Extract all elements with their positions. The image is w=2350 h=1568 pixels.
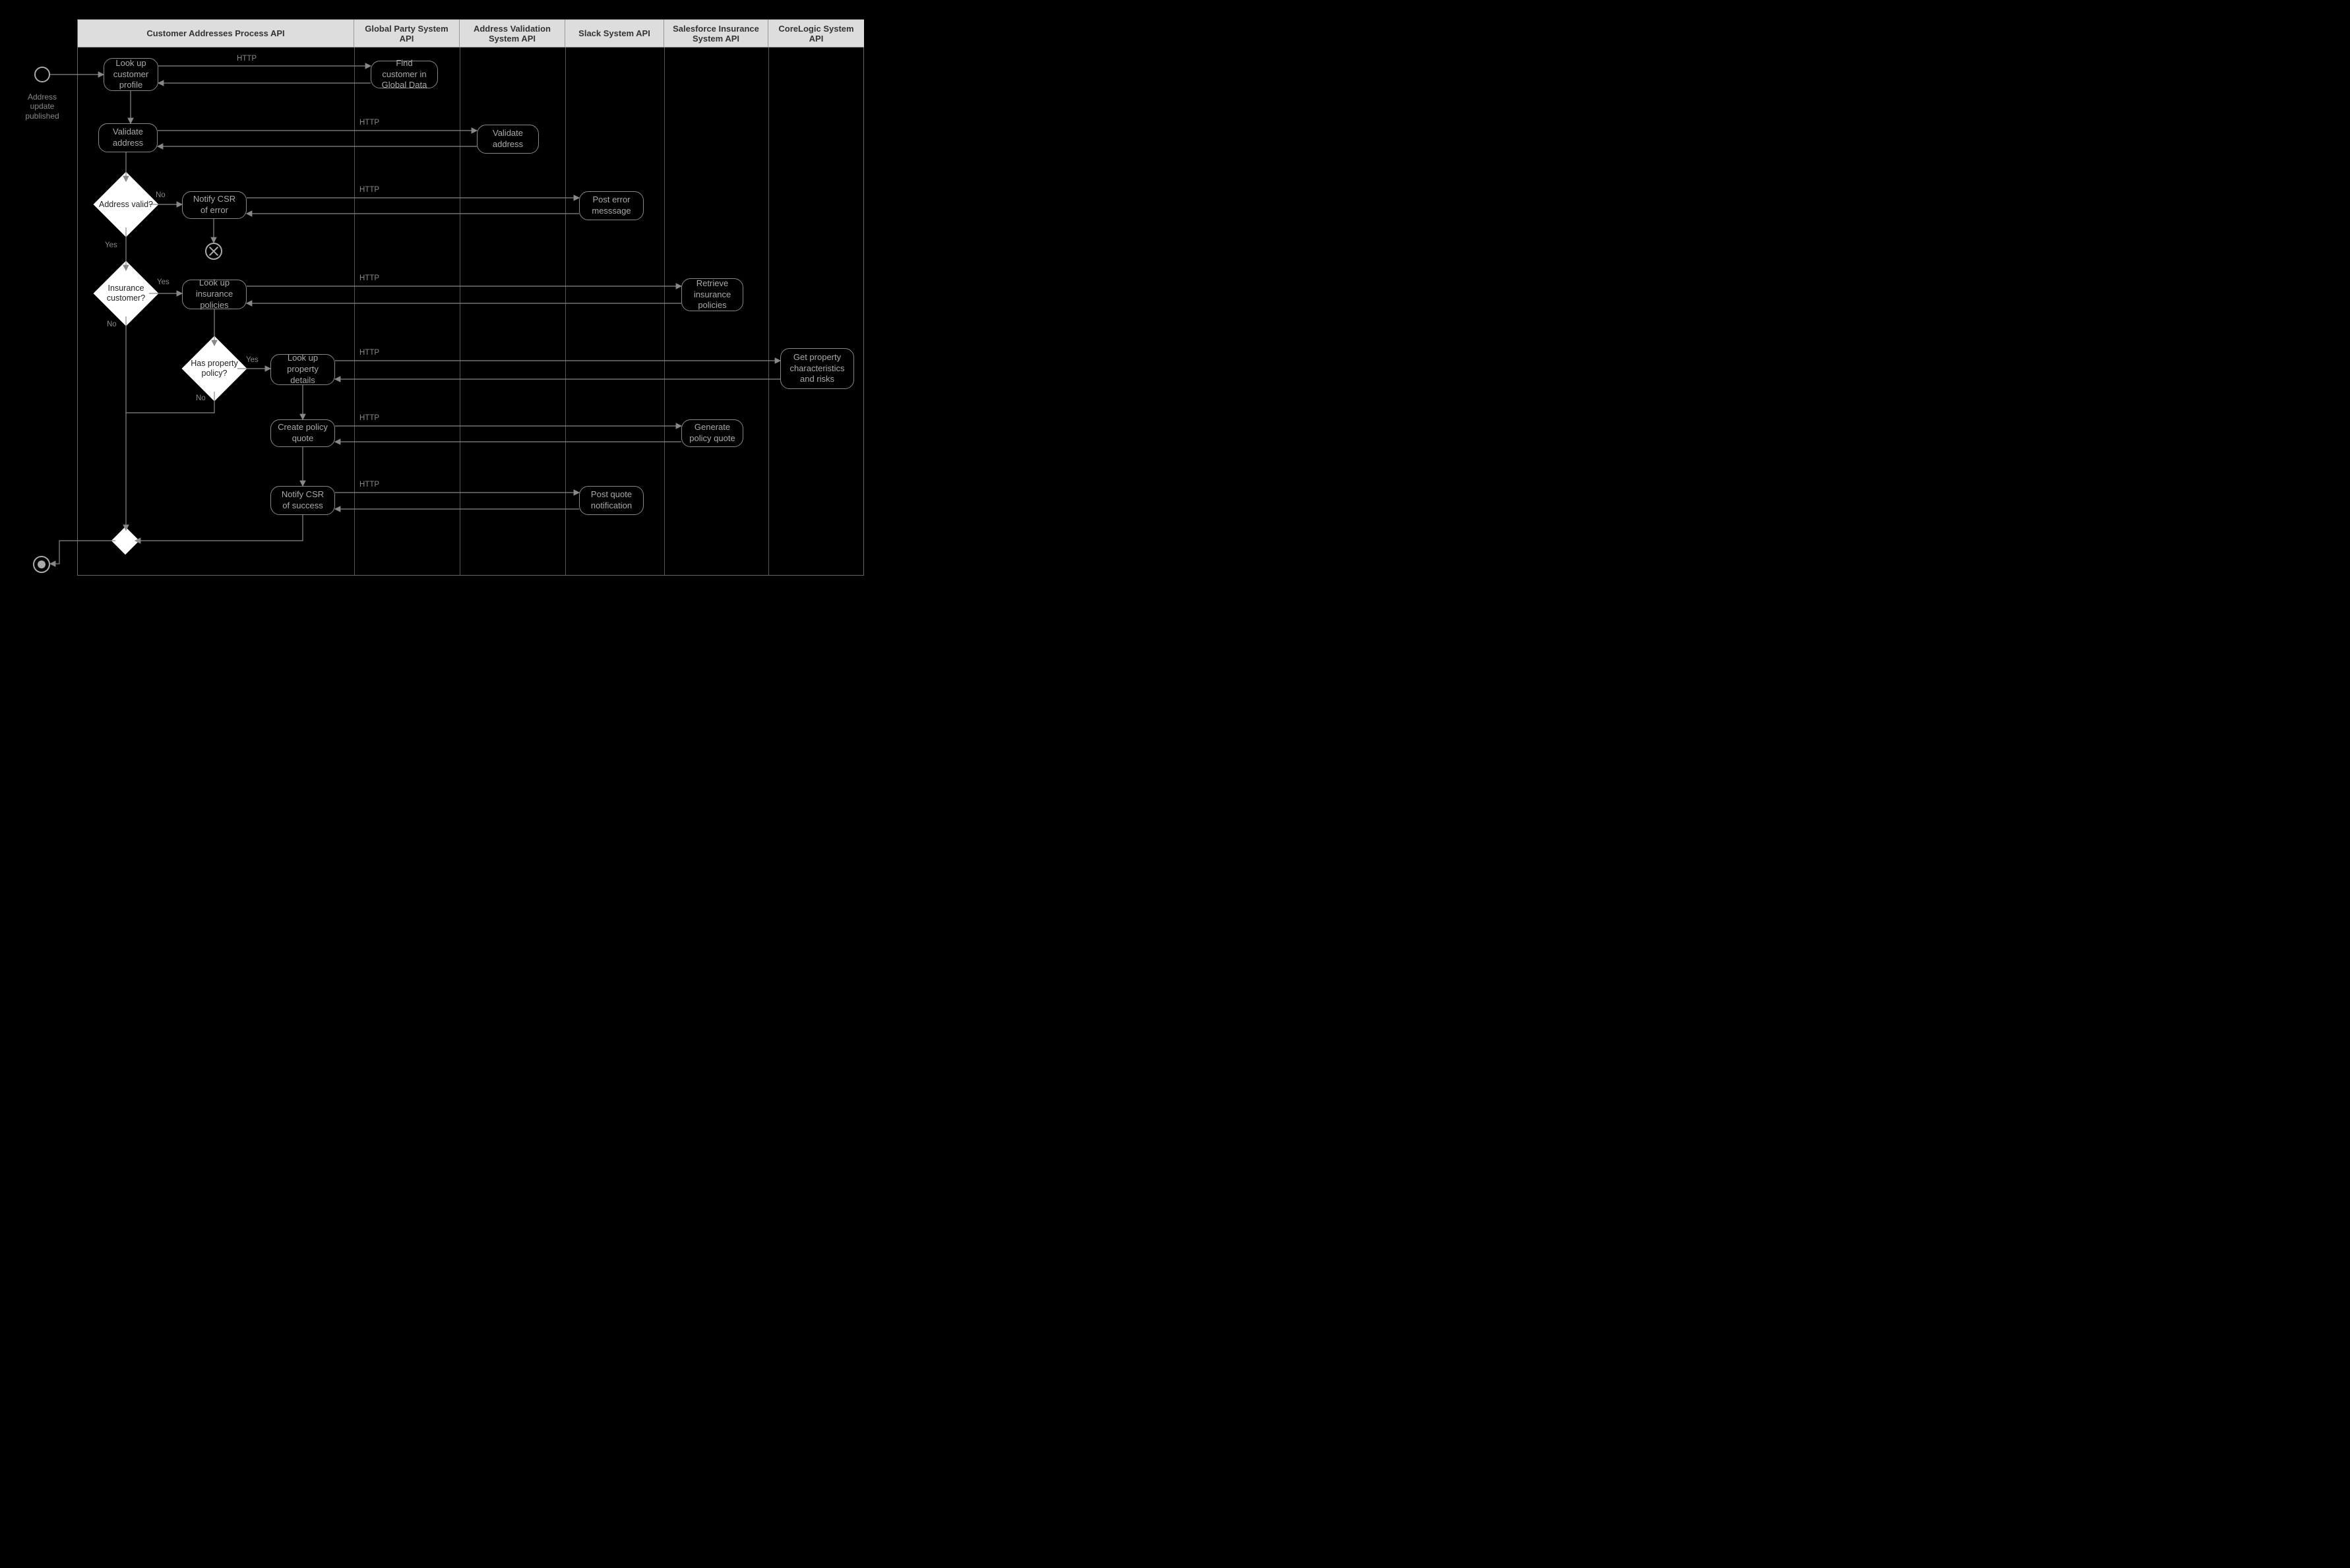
edge-label-yes: Yes [157, 278, 170, 286]
box-create-quote: Create policy quote [270, 419, 335, 447]
edge-label-no: No [196, 394, 206, 402]
lane-header-slack: Slack System API [565, 20, 664, 47]
start-event-icon [34, 67, 50, 82]
lane-header-process: Customer Addresses Process API [78, 20, 354, 47]
box-lookup-profile: Look up customer profile [104, 58, 158, 91]
edge-label-yes: Yes [246, 356, 259, 364]
box-validate-address: Validate address [98, 123, 158, 152]
edge-label-http: HTTP [359, 414, 379, 422]
decision-has-property-label: Has property policy? [182, 346, 247, 392]
box-notify-success: Notify CSR of success [270, 486, 335, 515]
edge-label-http: HTTP [359, 481, 379, 489]
lane-header-sfins: Salesforce Insurance System API [664, 20, 768, 47]
edge-label-http: HTTP [359, 119, 379, 127]
box-get-property: Get property characteristics and risks [780, 348, 854, 389]
edge-label-http: HTTP [359, 186, 379, 194]
edge-label-http: HTTP [359, 274, 379, 282]
edge-label-http: HTTP [359, 349, 379, 357]
box-retrieve-policies: Retrieve insurance policies [681, 278, 743, 311]
decision-insurance-customer-label: Insurance customer? [94, 270, 158, 317]
box-post-quote: Post quote notification [579, 486, 644, 515]
lane-divider [354, 47, 355, 575]
box-find-customer: Find customer in Global Data [371, 61, 438, 88]
end-event-icon [33, 556, 50, 573]
edge-label-no: No [107, 320, 117, 328]
start-event-label: Address update published [16, 92, 68, 121]
lane-header-addrval: Address Validation System API [460, 20, 565, 47]
box-lookup-property: Look up property details [270, 354, 335, 385]
lane-header-global: Global Party System API [354, 20, 460, 47]
decision-address-valid-label: Address valid? [94, 181, 158, 227]
edge-label-http: HTTP [237, 55, 257, 63]
terminate-icon [205, 243, 222, 260]
box-generate-quote: Generate policy quote [681, 419, 743, 447]
box-lookup-policies: Look up insurance policies [182, 280, 247, 309]
lane-divider [664, 47, 665, 575]
lane-divider [768, 47, 769, 575]
lane-divider [565, 47, 566, 575]
box-notify-csr-error: Notify CSR of error [182, 191, 247, 219]
edge-label-yes: Yes [105, 241, 117, 249]
box-post-error: Post error messsage [579, 191, 644, 220]
lane-header-core: CoreLogic System API [768, 20, 864, 47]
box-validate-address-remote: Validate address [477, 125, 539, 154]
